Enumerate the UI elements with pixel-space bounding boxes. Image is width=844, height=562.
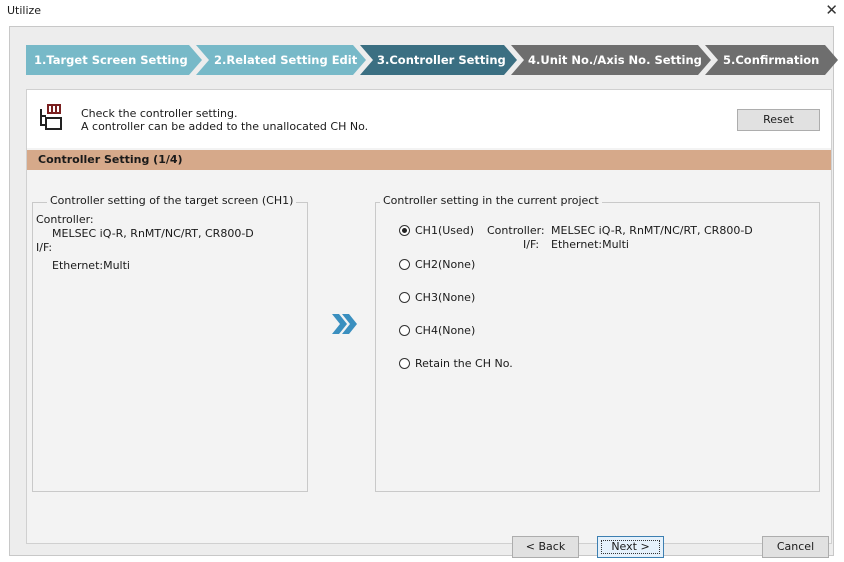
info-line-2: A controller can be added to the unalloc… [81, 120, 369, 133]
section-header: Controller Setting (1/4) [27, 150, 831, 170]
radio-ch2-label: CH2(None) [415, 258, 476, 271]
radio-ch3-button[interactable] [399, 292, 410, 303]
step-4: 4.Unit No./Axis No. Setting [528, 53, 702, 67]
reset-button[interactable]: Reset [737, 109, 820, 131]
ch1-controller-label: Controller: [487, 224, 545, 237]
radio-ch4-button[interactable] [399, 325, 410, 336]
back-button-label: < Back [525, 540, 566, 553]
step-2: 2.Related Setting Edit [214, 53, 358, 67]
step-3: 3.Controller Setting [377, 53, 506, 67]
current-project-group-title: Controller setting in the current projec… [380, 194, 602, 207]
radio-retain-ch-button[interactable] [399, 358, 410, 369]
cancel-button-label: Cancel [776, 540, 815, 553]
left-controller-value: MELSEC iQ-R, RnMT/NC/RT, CR800-D [52, 227, 254, 240]
radio-ch4-label: CH4(None) [415, 324, 476, 337]
back-button[interactable]: < Back [512, 536, 579, 558]
cancel-button[interactable]: Cancel [762, 536, 829, 558]
radio-ch1-button[interactable] [399, 225, 410, 236]
ch1-controller-value: MELSEC iQ-R, RnMT/NC/RT, CR800-D [551, 224, 753, 237]
radio-ch1-label: CH1(Used) [415, 224, 475, 237]
radio-ch2-button[interactable] [399, 259, 410, 270]
left-controller-label: Controller: [36, 213, 94, 226]
wizard-steps: 1.Target Screen Setting 2.Related Settin… [26, 45, 838, 75]
double-chevron-right-icon [332, 314, 357, 334]
reset-button-label: Reset [763, 113, 794, 126]
ch1-if-value: Ethernet:Multi [551, 238, 629, 251]
target-screen-group-title: Controller setting of the target screen … [47, 194, 297, 207]
next-button-label: Next > [611, 540, 650, 553]
info-line-1: Check the controller setting. [81, 107, 238, 120]
left-if-label: I/F: [36, 241, 53, 254]
target-screen-group [32, 202, 308, 492]
controller-icon [40, 104, 62, 130]
step-5: 5.Confirmation [723, 53, 820, 67]
left-if-value: Ethernet:Multi [52, 259, 130, 272]
radio-retain-ch-label: Retain the CH No. [415, 357, 513, 370]
ch1-if-label: I/F: [523, 238, 540, 251]
radio-ch3-label: CH3(None) [415, 291, 476, 304]
window-title: Utilize [7, 4, 42, 17]
title-bar: Utilize ✕ [0, 0, 844, 24]
close-icon[interactable]: ✕ [825, 1, 838, 19]
next-button[interactable]: Next > [597, 536, 664, 558]
step-1: 1.Target Screen Setting [34, 53, 188, 67]
